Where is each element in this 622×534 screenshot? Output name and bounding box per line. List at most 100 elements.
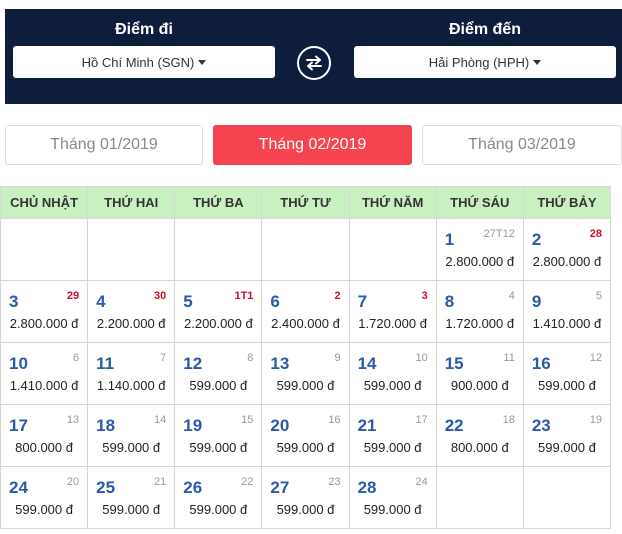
day-fare-option[interactable]: 6 2 2.400.000 đ (262, 281, 348, 342)
day-fare-option[interactable]: 24 20 599.000 đ (1, 467, 87, 528)
lunar-date: 1T1 (234, 290, 254, 302)
calendar-day-cell[interactable]: 16 12 599.000 đ (522, 342, 612, 405)
day-fare-option[interactable]: 25 21 599.000 đ (88, 467, 174, 528)
tab-month-current[interactable]: Tháng 02/2019 (213, 125, 412, 165)
calendar-day-cell[interactable]: 28 24 599.000 đ (348, 466, 437, 529)
fare-price: 2.800.000 đ (9, 316, 79, 331)
day-fare-option[interactable]: 23 19 599.000 đ (524, 405, 610, 466)
day-fare-option[interactable]: 19 15 599.000 đ (175, 405, 261, 466)
day-number: 3 (9, 292, 19, 311)
calendar-day-cell[interactable]: 17 13 800.000 đ (0, 404, 89, 467)
day-number: 6 (270, 292, 280, 311)
calendar-day-cell[interactable]: 25 21 599.000 đ (87, 466, 176, 529)
calendar-day-cell[interactable]: 5 1T1 2.200.000 đ (174, 280, 263, 343)
calendar-empty-cell (0, 218, 89, 281)
day-fare-option[interactable]: 2 28 2.800.000 đ (524, 219, 610, 280)
day-fare-option[interactable]: 9 5 1.410.000 đ (524, 281, 610, 342)
tab-month-prev-label: Tháng 01/2019 (50, 136, 158, 153)
destination-select[interactable]: Hải Phòng (HPH) (354, 46, 616, 78)
fare-price: 2.200.000 đ (96, 316, 166, 331)
day-fare-option[interactable]: 12 8 599.000 đ (175, 343, 261, 404)
calendar-empty-cell (522, 466, 612, 529)
fare-price: 1.410.000 đ (532, 316, 602, 331)
calendar-day-cell[interactable]: 11 7 1.140.000 đ (87, 342, 176, 405)
calendar-day-cell[interactable]: 20 16 599.000 đ (261, 404, 350, 467)
fare-price: 1.720.000 đ (358, 316, 427, 331)
day-fare-option[interactable]: 13 9 599.000 đ (262, 343, 348, 404)
tab-month-prev[interactable]: Tháng 01/2019 (5, 125, 203, 165)
day-fare-option[interactable]: 20 16 599.000 đ (262, 405, 348, 466)
day-number: 4 (96, 292, 106, 311)
caret-down-icon (533, 59, 542, 65)
day-number: 17 (9, 416, 28, 435)
calendar-day-cell[interactable]: 12 8 599.000 đ (174, 342, 263, 405)
weekday-header: THỨ BA (174, 186, 263, 219)
calendar-day-cell[interactable]: 3 29 2.800.000 đ (0, 280, 89, 343)
day-number: 25 (96, 478, 116, 497)
calendar-day-cell[interactable]: 9 5 1.410.000 đ (522, 280, 612, 343)
fare-price: 599.000 đ (189, 378, 248, 393)
day-fare-option[interactable]: 17 13 800.000 đ (1, 405, 87, 466)
day-fare-option[interactable]: 21 17 599.000 đ (350, 405, 436, 466)
day-number: 2 (531, 230, 542, 249)
calendar-day-cell[interactable]: 23 19 599.000 đ (522, 404, 612, 467)
day-number: 8 (444, 292, 455, 311)
lunar-date: 13 (66, 414, 80, 426)
day-fare-option[interactable]: 4 30 2.200.000 đ (88, 281, 174, 342)
day-fare-option[interactable]: 11 7 1.140.000 đ (88, 343, 174, 404)
day-number: 21 (357, 416, 377, 435)
day-fare-option[interactable]: 16 12 599.000 đ (524, 343, 610, 404)
calendar-day-cell[interactable]: 13 9 599.000 đ (261, 342, 350, 405)
calendar-day-cell[interactable]: 22 18 800.000 đ (435, 404, 524, 467)
day-fare-option[interactable]: 26 22 599.000 đ (175, 467, 261, 528)
day-fare-option[interactable]: 22 18 800.000 đ (437, 405, 523, 466)
calendar-day-cell[interactable]: 19 15 599.000 đ (174, 404, 263, 467)
fare-price: 599.000 đ (276, 502, 335, 517)
day-fare-option[interactable]: 1 27T12 2.800.000 đ (437, 219, 523, 280)
calendar-day-cell[interactable]: 7 3 1.720.000 đ (348, 280, 437, 343)
calendar-day-cell[interactable]: 21 17 599.000 đ (348, 404, 437, 467)
calendar-empty-cell (87, 218, 176, 281)
lunar-date: 17 (415, 414, 428, 426)
day-number: 7 (357, 292, 368, 311)
day-number: 27 (270, 478, 290, 497)
weekday-header-row: CHỦ NHẬT THỨ HAI THỨ BA THỨ TƯ THỨ NĂM T… (0, 186, 612, 219)
tab-month-next[interactable]: Tháng 03/2019 (422, 125, 622, 165)
day-fare-option[interactable]: 28 24 599.000 đ (350, 467, 436, 528)
day-fare-option[interactable]: 5 1T1 2.200.000 đ (175, 281, 261, 342)
day-number: 5 (183, 292, 193, 311)
calendar-day-cell[interactable]: 26 22 599.000 đ (174, 466, 263, 529)
caret-down-icon (198, 59, 207, 65)
calendar-day-cell[interactable]: 14 10 599.000 đ (348, 342, 437, 405)
lunar-date: 3 (421, 290, 428, 302)
fare-price: 900.000 đ (450, 378, 509, 393)
day-fare-option[interactable]: 14 10 599.000 đ (350, 343, 436, 404)
calendar-day-cell[interactable]: 6 2 2.400.000 đ (261, 280, 350, 343)
calendar-day-cell[interactable]: 4 30 2.200.000 đ (87, 280, 176, 343)
day-fare-option[interactable]: 27 23 599.000 đ (262, 467, 348, 528)
day-fare-option[interactable]: 10 6 1.410.000 đ (1, 343, 87, 404)
day-fare-option[interactable]: 7 3 1.720.000 đ (350, 281, 436, 342)
calendar-day-cell[interactable]: 10 6 1.410.000 đ (0, 342, 89, 405)
fare-price: 599.000 đ (538, 440, 596, 455)
day-fare-option[interactable]: 15 11 900.000 đ (437, 343, 523, 404)
calendar-day-cell[interactable]: 24 20 599.000 đ (0, 466, 89, 529)
lunar-date: 27T12 (483, 228, 515, 240)
day-number: 11 (96, 354, 115, 373)
calendar-empty-cell (174, 218, 263, 281)
calendar-day-cell[interactable]: 15 11 900.000 đ (435, 342, 524, 405)
lunar-date: 21 (154, 476, 167, 488)
calendar-day-cell[interactable]: 1 27T12 2.800.000 đ (435, 218, 524, 281)
calendar-day-cell[interactable]: 2 28 2.800.000 đ (522, 218, 612, 281)
origin-select[interactable]: Hồ Chí Minh (SGN) (13, 46, 275, 78)
day-fare-option[interactable]: 18 14 599.000 đ (88, 405, 174, 466)
fare-price: 599.000 đ (102, 502, 161, 517)
lunar-date: 9 (334, 352, 341, 364)
fare-price: 2.800.000 đ (445, 254, 515, 269)
calendar-day-cell[interactable]: 18 14 599.000 đ (87, 404, 176, 467)
calendar-day-cell[interactable]: 8 4 1.720.000 đ (435, 280, 524, 343)
day-fare-option[interactable]: 3 29 2.800.000 đ (1, 281, 87, 342)
day-fare-option[interactable]: 8 4 1.720.000 đ (437, 281, 523, 342)
swap-button[interactable] (297, 46, 331, 80)
calendar-day-cell[interactable]: 27 23 599.000 đ (261, 466, 350, 529)
